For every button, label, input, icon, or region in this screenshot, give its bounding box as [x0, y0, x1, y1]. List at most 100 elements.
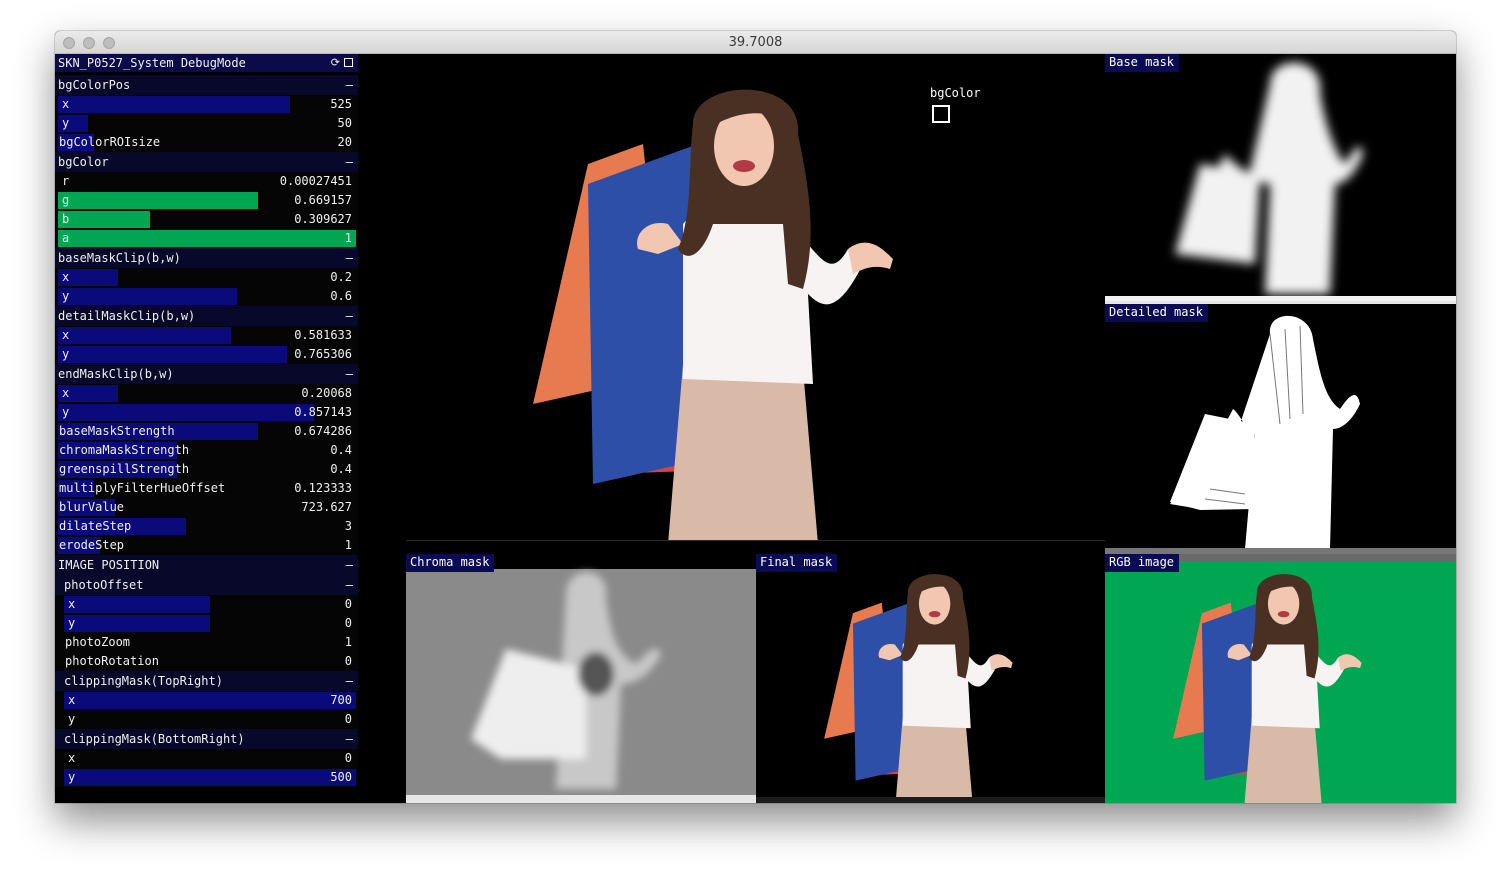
- slider-label: x: [62, 97, 70, 111]
- slider-row[interactable]: bgColorROIsize 20: [55, 133, 358, 152]
- panel-header[interactable]: SKN_P0527_System DebugMode ⟳: [55, 54, 358, 72]
- slider-row[interactable]: x 700: [55, 691, 358, 710]
- slider-row[interactable]: y 0.765306: [55, 345, 358, 364]
- group-header-label: clippingMask(TopRight): [64, 674, 223, 688]
- collapse-toggle-icon[interactable]: –: [346, 248, 353, 268]
- slider-row[interactable]: baseMaskStrength 0.674286: [55, 422, 358, 441]
- group-header[interactable]: baseMaskClip(b,w) –: [55, 248, 358, 268]
- slider-label: dilateStep: [59, 519, 132, 533]
- group-header[interactable]: photoOffset –: [55, 575, 358, 595]
- slider-label: x: [62, 328, 70, 342]
- group-header-label: bgColorPos: [58, 78, 131, 92]
- slider-value: 1: [344, 231, 352, 245]
- slider-value: 700: [330, 693, 352, 707]
- slider-fill: [58, 288, 237, 305]
- group-header[interactable]: clippingMask(BottomRight) –: [55, 729, 358, 749]
- slider-row[interactable]: x 525: [55, 95, 358, 114]
- slider-value: 0.123333: [294, 481, 352, 495]
- slider-fill: [58, 230, 356, 247]
- slider-row[interactable]: x 0.20068: [55, 384, 358, 403]
- refresh-icon[interactable]: ⟳: [331, 54, 340, 72]
- slider-fill: [58, 96, 290, 113]
- slider-label: blurValue: [59, 500, 125, 514]
- group-header[interactable]: IMAGE POSITION –: [55, 555, 358, 575]
- collapse-toggle-icon[interactable]: –: [346, 152, 353, 172]
- collapse-toggle-icon[interactable]: –: [346, 75, 353, 95]
- collapse-toggle-icon[interactable]: –: [346, 555, 353, 575]
- slider-row[interactable]: y0: [55, 710, 358, 729]
- slider-row[interactable]: blurValue 723.627: [55, 498, 358, 517]
- group-header[interactable]: detailMaskClip(b,w) –: [55, 306, 358, 326]
- slider-label: a: [62, 231, 70, 245]
- slider-row[interactable]: x 0.2: [55, 268, 358, 287]
- slider-value: 0.581633: [294, 328, 352, 342]
- slider-row[interactable]: x0: [55, 749, 358, 768]
- collapse-toggle-icon[interactable]: –: [346, 729, 353, 749]
- detailed-mask-label: Detailed mask: [1105, 304, 1208, 322]
- group-header-label: IMAGE POSITION: [58, 558, 160, 572]
- bgcolor-roi-box[interactable]: [932, 105, 950, 123]
- slider-row[interactable]: chromaMaskStrength 0.4: [55, 441, 358, 460]
- slider-row[interactable]: r 0.00027451: [55, 172, 358, 191]
- slider-row[interactable]: greenspillStrength 0.4: [55, 460, 358, 479]
- group-header[interactable]: endMaskClip(b,w) –: [55, 364, 358, 384]
- group-header-label: bgColor: [58, 155, 109, 169]
- slider-row[interactable]: y 500: [55, 768, 358, 787]
- slider-label: bgColorROIsize: [59, 135, 161, 149]
- slider-value: 50: [337, 116, 352, 130]
- slider-row[interactable]: photoRotation 0: [55, 652, 358, 671]
- slider-row[interactable]: x 0.581633: [55, 326, 358, 345]
- slider-label: y: [62, 405, 70, 419]
- slider-label: x: [68, 751, 76, 765]
- slider-row[interactable]: y 50: [55, 114, 358, 133]
- base-mask-view: Base mask: [1105, 54, 1456, 304]
- rgb-image-photo: .bag-o{fill:#e87a4f}.bag-r{fill:#d8414c}…: [1165, 566, 1375, 803]
- slider-fill: [58, 346, 287, 363]
- slider-fill: [58, 211, 150, 228]
- collapse-toggle-icon[interactable]: –: [346, 575, 353, 595]
- slider-label: photoZoom: [65, 635, 131, 649]
- slider-label: baseMaskStrength: [59, 424, 175, 438]
- collapse-toggle-icon[interactable]: –: [346, 671, 353, 691]
- slider-value: 0: [344, 751, 352, 765]
- slider-row[interactable]: multiplyFilterHueOffset 0.123333: [55, 479, 358, 498]
- collapse-toggle-icon[interactable]: –: [346, 364, 353, 384]
- slider-row[interactable]: y0: [55, 614, 358, 633]
- slider-row[interactable]: a1: [55, 229, 358, 248]
- slider-row[interactable]: dilateStep 3: [55, 517, 358, 536]
- slider-value: 0: [344, 616, 352, 630]
- slider-row[interactable]: photoZoom 1: [55, 633, 358, 652]
- slider-label: multiplyFilterHueOffset: [59, 481, 226, 495]
- group-header-label: clippingMask(BottomRight): [64, 732, 245, 746]
- group-header[interactable]: bgColor –: [55, 152, 358, 172]
- slider-row[interactable]: erodeStep 1: [55, 536, 358, 555]
- group-header-label: photoOffset: [64, 578, 144, 592]
- slider-label: erodeStep: [59, 538, 125, 552]
- slider-value: 0.4: [330, 443, 352, 457]
- group-header[interactable]: bgColorPos –: [55, 75, 358, 95]
- slider-label: photoRotation: [65, 654, 159, 668]
- group-header-label: baseMaskClip(b,w): [58, 251, 181, 265]
- slider-row[interactable]: y 0.857143: [55, 403, 358, 422]
- save-icon[interactable]: [344, 58, 353, 67]
- group-header-label: endMaskClip(b,w): [58, 367, 174, 381]
- collapse-toggle-icon[interactable]: –: [346, 306, 353, 326]
- slider-label: y: [62, 289, 70, 303]
- slider-label: r: [62, 174, 70, 188]
- title-bar: 39.7008: [55, 31, 1456, 54]
- main-composite-view: .bag-o{fill:#e87a4f}.bag-r{fill:#d8414c}…: [358, 54, 1105, 541]
- group-header[interactable]: clippingMask(TopRight) –: [55, 671, 358, 691]
- final-mask-view: .bag-o{fill:#e87a4f}.bag-r{fill:#d8414c}…: [756, 554, 1105, 803]
- slider-row[interactable]: x0: [55, 595, 358, 614]
- slider-row[interactable]: g 0.669157: [55, 191, 358, 210]
- slider-value: 0.6: [330, 289, 352, 303]
- slider-row[interactable]: b 0.309627: [55, 210, 358, 229]
- divider: [1105, 548, 1456, 554]
- slider-row[interactable]: y 0.6: [55, 287, 358, 306]
- final-mask-bottom-strip: [756, 797, 1105, 803]
- slider-value: 0: [344, 654, 352, 668]
- chroma-mask-image: [406, 569, 756, 803]
- slider-fill: [64, 692, 356, 709]
- chroma-mask-view: Chroma mask: [406, 554, 756, 803]
- slider-value: 0.669157: [294, 193, 352, 207]
